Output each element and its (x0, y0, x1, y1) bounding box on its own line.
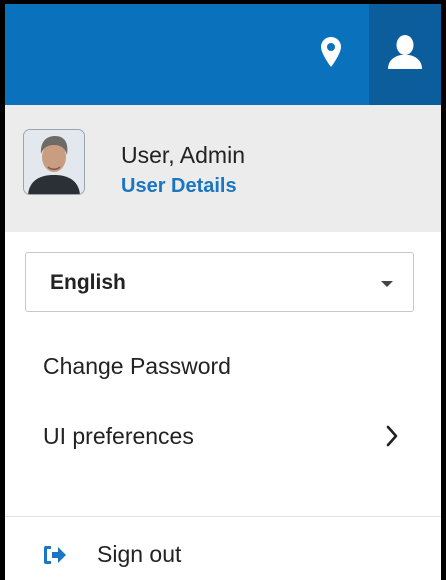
sign-out-label: Sign out (97, 541, 182, 567)
ui-preferences-label: UI preferences (43, 423, 194, 449)
top-bar (5, 4, 441, 105)
user-info-section: User, Admin User Details (5, 105, 441, 232)
sign-out-icon (42, 544, 68, 571)
avatar (23, 129, 85, 195)
chevron-right-icon (385, 425, 399, 452)
user-details-link[interactable]: User Details (121, 175, 237, 198)
map-marker-icon (320, 37, 341, 72)
ui-preferences-item[interactable]: UI preferences (5, 411, 441, 463)
user-icon (387, 35, 423, 74)
user-name: User, Admin (121, 142, 245, 168)
language-select[interactable]: English (25, 252, 414, 312)
change-password-label: Change Password (43, 353, 231, 379)
divider (5, 516, 441, 517)
location-button[interactable] (292, 4, 369, 105)
language-selected-value: English (50, 271, 126, 294)
user-menu-button[interactable] (369, 4, 441, 105)
change-password-item[interactable]: Change Password (5, 341, 441, 393)
caret-down-icon (381, 281, 393, 287)
sign-out-item[interactable]: Sign out (5, 530, 441, 580)
user-menu-panel: User, Admin User Details English Change … (5, 4, 441, 580)
